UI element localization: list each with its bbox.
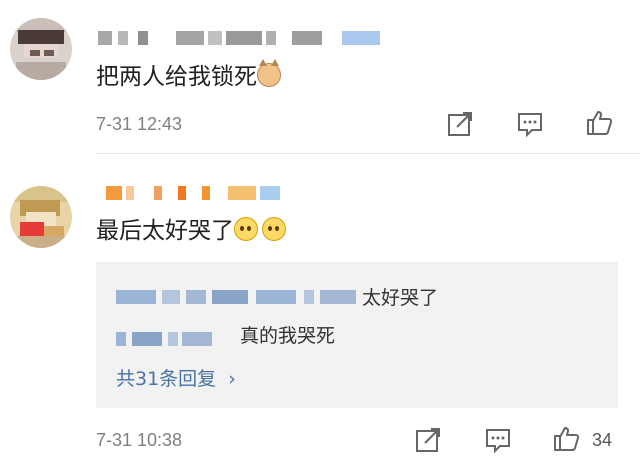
comment-icon[interactable]	[516, 110, 544, 138]
thumbs-up-icon[interactable]	[585, 108, 613, 136]
comment-text: 最后太好哭了	[96, 216, 286, 246]
crying-face-emoji-icon	[234, 217, 258, 241]
crying-face-emoji-icon	[262, 217, 286, 241]
comment-timestamp: 7-31 10:38	[96, 430, 183, 450]
view-all-replies-link[interactable]: 共31条回复 ›	[116, 364, 236, 391]
reply-text: 太好哭了	[362, 287, 439, 309]
reply-text: 真的我哭死	[240, 325, 336, 347]
reply-username-blurred[interactable]	[116, 290, 361, 304]
like-count: 34	[592, 430, 613, 450]
comment-text: 把两人给我锁死	[96, 59, 281, 92]
avatar[interactable]	[10, 186, 72, 248]
avatar[interactable]	[10, 18, 72, 80]
reply-username-blurred[interactable]	[116, 332, 216, 346]
reply-preview[interactable]: 太好哭了 真的我哭死 共31条回复 ›	[96, 262, 618, 408]
share-icon[interactable]	[414, 426, 442, 454]
comment-timestamp: 7-31 12:43	[96, 114, 183, 134]
username-blurred[interactable]	[98, 31, 388, 45]
username-blurred[interactable]	[98, 186, 298, 200]
share-icon[interactable]	[446, 110, 474, 138]
comment-divider	[96, 153, 640, 154]
thumbs-up-icon[interactable]	[552, 424, 580, 452]
comment-icon[interactable]	[484, 426, 512, 454]
cat-face-emoji-icon	[257, 59, 281, 87]
chevron-right-icon: ›	[228, 368, 236, 390]
